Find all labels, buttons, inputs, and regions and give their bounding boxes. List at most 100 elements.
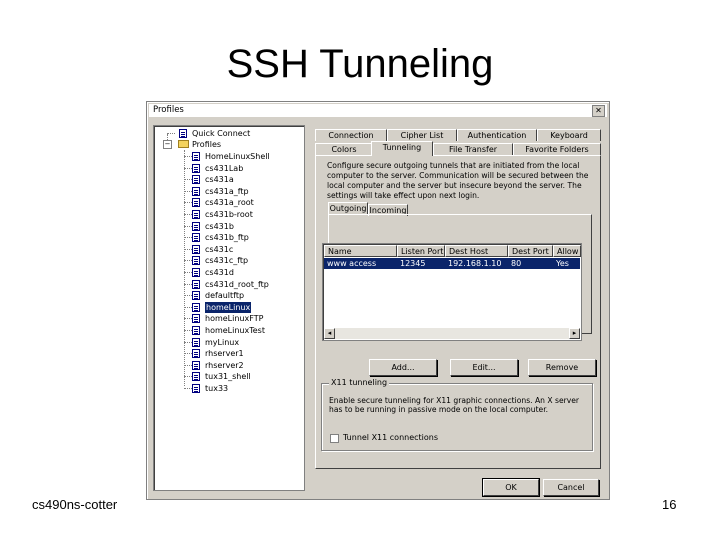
horizontal-scrollbar[interactable]: ◂ ▸: [324, 328, 580, 339]
tunnel-x11-checkbox[interactable]: [330, 434, 339, 443]
tab-connection[interactable]: Connection: [315, 129, 387, 141]
tree-line: [184, 295, 192, 297]
slide-title: SSH Tunneling: [226, 42, 494, 86]
column-header-name[interactable]: Name: [324, 245, 397, 257]
tab-colors[interactable]: Colors: [315, 143, 373, 155]
tree-item-label: Profiles: [192, 140, 222, 149]
tab-authentication[interactable]: Authentication: [457, 129, 537, 141]
x11-description: Enable secure tunneling for X11 graphic …: [329, 396, 580, 414]
tree-item-label: myLinux: [205, 337, 240, 347]
tree-line: [184, 248, 192, 250]
tab-tunneling[interactable]: Tunneling: [371, 141, 433, 156]
footer-course: cs490ns-cotter: [32, 497, 118, 512]
cell-name: www access: [327, 259, 377, 268]
tree-item-label: cs431c: [205, 244, 234, 254]
cell-dest-port: 80: [511, 259, 522, 268]
tree-line: [184, 179, 192, 181]
profile-icon: [192, 372, 200, 382]
tab-cipher-list[interactable]: Cipher List: [387, 129, 457, 141]
profile-icon: [192, 152, 200, 161]
profile-icon: [192, 291, 200, 301]
cancel-button[interactable]: Cancel: [543, 479, 599, 496]
tab-favorite-folders[interactable]: Favorite Folders: [513, 143, 601, 155]
tree-item-label: tux31_shell: [205, 372, 251, 382]
tree-item-label: tux33: [205, 384, 229, 393]
tunnel-list[interactable]: Name Listen Port Dest Host Dest Port All…: [322, 243, 582, 341]
column-header-listen-port[interactable]: Listen Port: [397, 245, 445, 257]
profile-icon: [192, 279, 200, 289]
cell-listen-port: 12345: [400, 259, 426, 268]
tree-item-label: homeLinuxTest: [205, 326, 265, 335]
scroll-right-icon[interactable]: ▸: [569, 328, 580, 339]
profile-icon: [192, 384, 200, 393]
tree-item-label: cs431a_ftp: [205, 186, 249, 196]
tree-line: [184, 364, 192, 366]
edit-button[interactable]: Edit...: [450, 359, 518, 376]
close-icon[interactable]: ✕: [592, 105, 605, 117]
tree-item-label: homeLinux: [205, 301, 252, 313]
tree-item-label: HomeLinuxShell: [205, 152, 270, 161]
dialog-titlebar: Profiles ✕: [149, 104, 607, 117]
tab-keyboard[interactable]: Keyboard: [537, 129, 601, 141]
tree-item-label: cs431c_ftp: [205, 256, 249, 266]
profile-icon: [192, 349, 200, 359]
tunneling-description: Configure secure outgoing tunnels that a…: [327, 161, 589, 200]
profile-tree[interactable]: Quick Connect − Profiles HomeLinuxShell c…: [153, 125, 305, 491]
profile-icon: [192, 337, 200, 347]
tree-line: [184, 318, 192, 320]
tree-line: [184, 283, 192, 285]
profile-icon: [192, 163, 200, 173]
table-row[interactable]: www access 12345 192.168.1.10 80 Yes: [324, 258, 580, 269]
ok-button[interactable]: OK: [482, 478, 540, 497]
tree-item-label: cs431d: [205, 268, 234, 277]
column-header-allow[interactable]: Allow: [553, 245, 581, 257]
tree-line: [167, 133, 175, 134]
page-number: 16: [662, 497, 677, 512]
profile-icon: [179, 129, 187, 138]
tree-item-label: rhserver2: [205, 360, 244, 370]
dialog-title: Profiles: [153, 105, 184, 115]
scroll-left-icon[interactable]: ◂: [324, 328, 335, 339]
tree-line: [184, 330, 192, 331]
tree-item-label: rhserver1: [205, 349, 244, 359]
tree-line: [184, 150, 185, 386]
tree-line: [184, 388, 192, 389]
tree-item-label: Quick Connect: [192, 129, 251, 138]
tree-line: [184, 306, 192, 308]
tree-line: [184, 156, 192, 157]
tab-file-transfer[interactable]: File Transfer: [433, 143, 513, 155]
profile-icon: [192, 360, 200, 370]
column-header-dest-host[interactable]: Dest Host: [445, 245, 508, 257]
profile-icon: [192, 256, 200, 266]
profile-icon: [192, 221, 200, 231]
profile-icon: [192, 244, 200, 254]
profile-icon: [192, 302, 200, 312]
tree-line: [184, 237, 192, 239]
tree-item-label: cs431d_root_ftp: [205, 279, 269, 289]
tree-item-label: cs431b_ftp: [205, 233, 249, 243]
profile-icon: [192, 175, 200, 185]
cell-dest-host: 192.168.1.10: [448, 259, 502, 268]
folder-icon: [178, 140, 189, 148]
tree-item-label: defaultftp: [205, 291, 245, 301]
tree-line: [184, 167, 192, 169]
add-button[interactable]: Add...: [369, 359, 437, 376]
tree-item-label: cs431b-root: [205, 210, 253, 219]
profile-icon: [192, 233, 200, 243]
profile-icon: [192, 210, 200, 219]
column-header-dest-port[interactable]: Dest Port: [508, 245, 553, 257]
profile-icon: [192, 186, 200, 196]
profile-icon: [192, 268, 200, 277]
profile-icon: [192, 198, 200, 208]
remove-button[interactable]: Remove: [528, 359, 596, 376]
tree-item-label: cs431b: [205, 221, 234, 231]
profile-icon: [192, 326, 200, 335]
tree-line: [184, 214, 192, 215]
tunnel-x11-label[interactable]: Tunnel X11 connections: [343, 433, 438, 442]
collapse-icon[interactable]: −: [163, 140, 172, 149]
tree-item-label: homeLinuxFTP: [205, 314, 264, 324]
tree-item-label: cs431Lab: [205, 163, 244, 173]
tree-line: [184, 376, 192, 378]
tree-line: [184, 190, 192, 192]
cell-allow: Yes: [556, 259, 569, 268]
